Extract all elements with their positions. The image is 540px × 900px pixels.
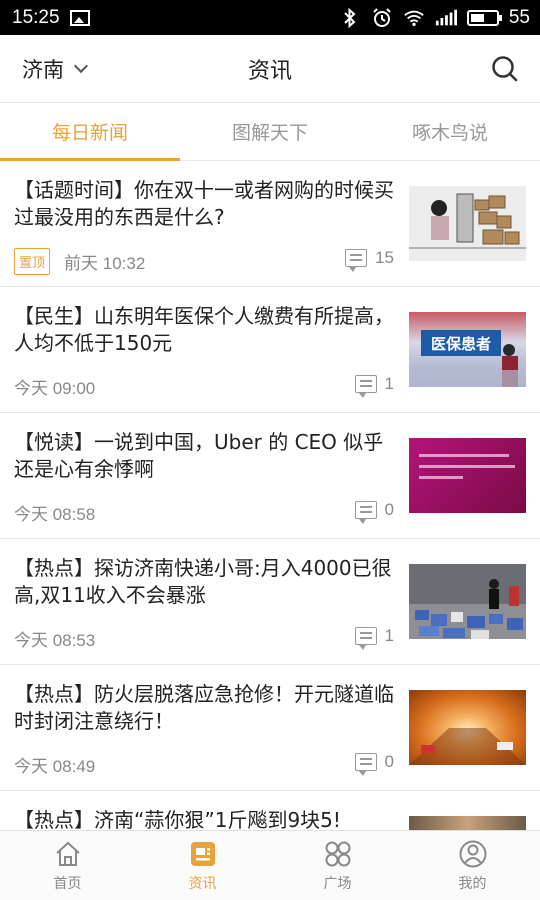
comment-count: 1 [354, 626, 394, 650]
nav-news[interactable]: 资讯 [135, 831, 270, 900]
news-meta: 今天 09:00 [14, 374, 95, 399]
top-nav: 济南 资讯 [0, 35, 540, 103]
news-title: 【热点】济南“蒜你狠”1斤飚到9块5! [14, 808, 341, 830]
comment-count: 0 [354, 500, 394, 524]
news-item[interactable]: 【热点】济南“蒜你狠”1斤飚到9块5! [0, 791, 540, 830]
news-meta: 置顶 前天 10:32 [14, 248, 145, 275]
image-notification-icon [69, 9, 90, 26]
news-time: 今天 08:53 [14, 631, 96, 650]
search-icon [492, 55, 518, 81]
nav-profile[interactable]: 我的 [405, 831, 540, 900]
news-item[interactable]: 【热点】探访济南快递小哥:月入4000已很高,双11收入不会暴涨 今天 08:5… [0, 539, 540, 665]
news-item[interactable]: 【热点】防火层脱落应急抢修！开元隧道临时封闭注意绕行！ 今天 08:49 0 [0, 665, 540, 791]
news-thumbnail [409, 690, 526, 765]
nav-square[interactable]: 广场 [270, 831, 405, 900]
news-time: 今天 08:58 [14, 505, 96, 524]
news-title: 【热点】防火层脱落应急抢修！开元隧道临时封闭注意绕行！ [14, 682, 394, 733]
comment-count-value: 1 [384, 626, 394, 645]
comment-count: 1 [354, 374, 394, 398]
comment-count: 15 [345, 248, 394, 272]
comment-count: 0 [354, 752, 394, 776]
comment-icon [354, 501, 377, 524]
news-thumbnail [409, 564, 526, 639]
alarm-icon [371, 7, 393, 27]
search-button[interactable] [490, 54, 520, 84]
battery-icon [466, 9, 502, 26]
news-thumbnail [409, 186, 526, 261]
status-time: 15:25 [12, 6, 60, 28]
news-title: 【热点】探访济南快递小哥:月入4000已很高,双11收入不会暴涨 [14, 556, 392, 607]
home-icon [55, 841, 80, 866]
city-selector[interactable]: 济南 [22, 54, 89, 84]
comment-icon [354, 753, 377, 776]
comment-icon [354, 627, 377, 650]
news-title: 【话题时间】你在双十一或者网购的时候买过最没用的东西是什么? [14, 178, 394, 229]
news-thumbnail [409, 438, 526, 513]
news-meta: 今天 08:53 [14, 626, 95, 651]
bottom-nav: 首页 资讯 广场 我的 [0, 830, 540, 900]
news-icon [190, 841, 215, 866]
profile-icon [459, 840, 486, 867]
tab-infographics[interactable]: 图解天下 [180, 103, 360, 160]
wifi-icon [403, 9, 425, 27]
comment-count-value: 0 [384, 752, 394, 771]
news-item[interactable]: 【话题时间】你在双十一或者网购的时候买过最没用的东西是什么? 置顶 前天 10:… [0, 161, 540, 287]
status-icons: 55 [339, 7, 530, 29]
news-time: 今天 08:49 [14, 757, 96, 776]
nav-square-label: 广场 [323, 875, 352, 892]
nav-home-label: 首页 [53, 875, 82, 892]
news-thumbnail [409, 816, 526, 830]
chevron-down-icon [73, 58, 89, 73]
square-icon [325, 841, 350, 866]
news-thumbnail: 医保患者 [409, 312, 526, 387]
pinned-badge: 置顶 [14, 248, 51, 275]
news-meta: 今天 08:58 [14, 500, 95, 525]
status-bar: 15:25 55 [0, 0, 540, 35]
news-title: 【悦读】一说到中国，Uber 的 CEO 似乎还是心有余悸啊 [14, 430, 384, 481]
city-label: 济南 [22, 57, 64, 82]
nav-home[interactable]: 首页 [0, 831, 135, 900]
nav-news-label: 资讯 [188, 875, 217, 892]
tab-woodpecker[interactable]: 啄木鸟说 [360, 103, 540, 160]
comment-count-value: 0 [384, 500, 394, 519]
news-title: 【民生】山东明年医保个人缴费有所提高，人均不低于150元 [14, 304, 394, 355]
tab-daily-news[interactable]: 每日新闻 [0, 103, 180, 161]
bluetooth-icon [339, 7, 361, 28]
category-tabs: 每日新闻 图解天下 啄木鸟说 [0, 103, 540, 161]
comment-count-value: 15 [375, 248, 394, 267]
news-meta: 今天 08:49 [14, 752, 95, 777]
news-item[interactable]: 【悦读】一说到中国，Uber 的 CEO 似乎还是心有余悸啊 今天 08:58 … [0, 413, 540, 539]
comment-count-value: 1 [384, 374, 394, 393]
battery-percent: 55 [508, 6, 530, 28]
news-time: 前天 10:32 [64, 254, 146, 273]
signal-icon [435, 9, 457, 27]
news-time: 今天 09:00 [14, 379, 96, 398]
news-list: 【话题时间】你在双十一或者网购的时候买过最没用的东西是什么? 置顶 前天 10:… [0, 161, 540, 830]
nav-profile-label: 我的 [458, 875, 487, 892]
news-item[interactable]: 【民生】山东明年医保个人缴费有所提高，人均不低于150元 今天 09:00 1 … [0, 287, 540, 413]
comment-icon [345, 249, 368, 272]
comment-icon [354, 375, 377, 398]
